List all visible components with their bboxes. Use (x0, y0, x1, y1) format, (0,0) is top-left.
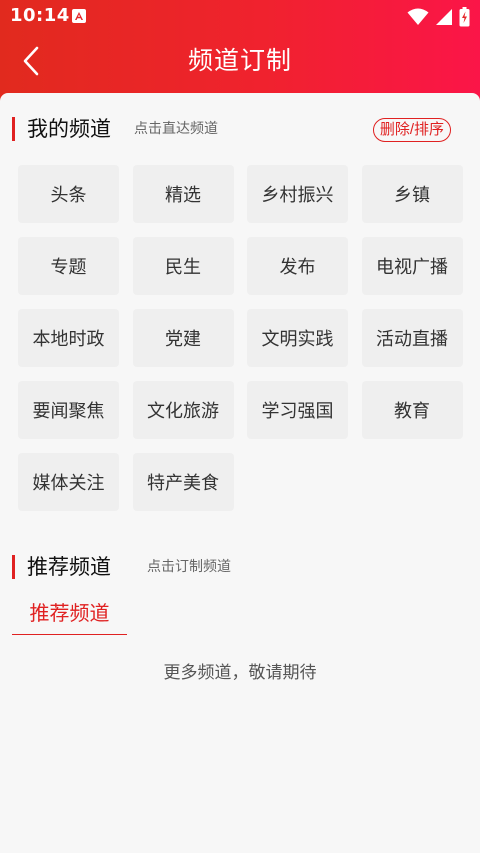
channel-chip[interactable]: 特产美食 (132, 453, 234, 511)
page-title: 频道订制 (187, 46, 292, 75)
tab-recommended[interactable]: 推荐频道 (12, 599, 127, 635)
back-button[interactable] (14, 42, 48, 80)
section-marker (12, 555, 15, 579)
my-channels-header: 我的频道 点击直达频道 删除/排序 (12, 114, 468, 144)
channel-chip[interactable]: 电视广播 (361, 237, 463, 295)
status-bar: 10:14 (0, 0, 480, 34)
chevron-left-icon (23, 46, 39, 76)
channel-chip[interactable]: 文化旅游 (132, 381, 234, 439)
recommended-title: 推荐频道 (27, 555, 111, 579)
channel-chip[interactable]: 乡镇 (361, 165, 463, 223)
status-icons (407, 7, 470, 27)
channel-chip[interactable]: 教育 (361, 381, 463, 439)
battery-icon (459, 7, 470, 27)
content-panel: 我的频道 点击直达频道 删除/排序 头条 精选 乡村振兴 乡镇专题 民生 发布 电视广播本地… (0, 93, 480, 853)
channel-chip[interactable]: 发布 (247, 237, 348, 295)
my-channels-title: 我的频道 (27, 117, 111, 141)
my-channels-hint: 点击直达频道 (134, 121, 218, 137)
channel-chip[interactable]: 学习强国 (247, 381, 348, 439)
channel-chip[interactable]: 活动直播 (361, 309, 463, 367)
channel-chip[interactable]: 精选 (132, 165, 234, 223)
channel-chip[interactable]: 乡村振兴 (247, 165, 348, 223)
wifi-icon (407, 8, 429, 25)
recommended-header: 推荐频道 点击订制频道 (12, 552, 468, 582)
channel-chip[interactable]: 本地时政 (18, 309, 119, 367)
section-marker (12, 117, 15, 141)
channel-chip[interactable]: 专题 (18, 237, 119, 295)
title-bar: 频道订制 (0, 34, 480, 88)
channel-chip[interactable]: 民生 (132, 237, 234, 295)
status-time: 10:14 (10, 5, 70, 26)
signal-icon (436, 9, 452, 25)
channel-chip[interactable]: 党建 (132, 309, 234, 367)
channel-chip[interactable]: 头条 (18, 165, 119, 223)
recommended-hint: 点击订制频道 (147, 559, 231, 575)
empty-message: 更多频道，敬请期待 (163, 663, 317, 683)
my-channels-grid: 头条 精选 乡村振兴 乡镇专题 民生 发布 电视广播本地时政 党建 文明实践 活动直播要闻聚焦 文化… (18, 165, 463, 511)
channel-chip[interactable]: 要闻聚焦 (18, 381, 119, 439)
notification-icon (72, 9, 86, 23)
channel-chip[interactable]: 媒体关注 (18, 453, 119, 511)
channel-chip[interactable]: 文明实践 (247, 309, 348, 367)
delete-sort-button[interactable]: 删除/排序 (372, 118, 451, 142)
